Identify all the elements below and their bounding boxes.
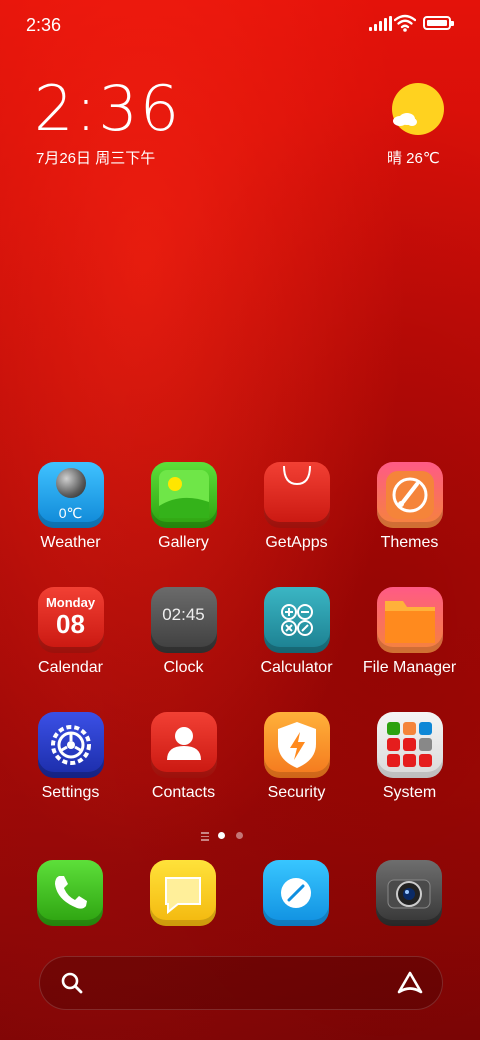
settings-icon: [37, 712, 104, 778]
security-icon: [263, 712, 330, 778]
clock-widget-date[interactable]: 7月26日 周三下午: [36, 147, 155, 168]
app-label: Gallery: [158, 534, 209, 551]
calculator-icon: [263, 587, 330, 653]
file-manager-icon: [376, 587, 443, 653]
battery-icon: [423, 16, 454, 30]
app-label: GetApps: [265, 534, 328, 551]
status-bar: 2:36: [0, 0, 480, 50]
status-time: 2:36: [26, 15, 62, 35]
calendar-icon-date: 08: [56, 609, 85, 639]
system-folder-icon: [376, 712, 443, 778]
weather-widget-text[interactable]: 晴 26℃: [387, 147, 440, 168]
app-themes[interactable]: Themes: [353, 462, 466, 552]
dock-phone[interactable]: [37, 860, 103, 926]
menu-lines-icon: [201, 832, 209, 843]
gallery-icon: [150, 462, 217, 528]
app-system-folder[interactable]: System: [353, 712, 466, 802]
app-calendar[interactable]: Monday 08 Calendar: [14, 587, 127, 677]
dock-camera[interactable]: [376, 860, 442, 926]
app-label: Weather: [40, 534, 101, 551]
app-label: Themes: [380, 534, 439, 551]
assistant-icon[interactable]: [396, 970, 424, 996]
app-getapps[interactable]: GetApps: [240, 462, 353, 552]
camera-icon: [376, 860, 442, 926]
search-bar[interactable]: [39, 956, 443, 1010]
calendar-icon: Monday 08: [37, 587, 104, 653]
app-label: Clock: [163, 659, 204, 676]
browser-icon: [263, 860, 329, 926]
app-clock[interactable]: 02:45 Clock: [127, 587, 240, 677]
clock-widget-time[interactable]: 2:36: [34, 72, 181, 146]
app-security[interactable]: Security: [240, 712, 353, 802]
clock-icon-time: 02:45: [162, 605, 205, 624]
app-label: File Manager: [362, 659, 457, 676]
app-file-manager[interactable]: File Manager: [353, 587, 466, 677]
search-icon[interactable]: [61, 972, 83, 994]
app-label: Calculator: [260, 659, 333, 676]
wifi-icon: [394, 14, 416, 32]
signal-icon: [369, 16, 392, 31]
calendar-icon-day: Monday: [45, 595, 96, 610]
page-dot-active: [218, 832, 225, 839]
page-dot: [236, 832, 243, 839]
weather-icon: 0℃: [37, 462, 104, 528]
app-weather[interactable]: 0℃ Weather: [14, 462, 127, 552]
phone-icon: [37, 860, 103, 926]
app-contacts[interactable]: Contacts: [127, 712, 240, 802]
dock-messages[interactable]: [150, 860, 216, 926]
app-gallery[interactable]: Gallery: [127, 462, 240, 552]
clock-icon: 02:45: [150, 587, 217, 653]
app-label: System: [382, 784, 437, 801]
page-indicator[interactable]: [199, 830, 249, 842]
sunny-cloud-icon[interactable]: [392, 83, 444, 135]
cloud-icon: [393, 113, 417, 126]
app-label: Settings: [41, 784, 100, 801]
contacts-icon: [150, 712, 217, 778]
app-label: Security: [267, 784, 326, 801]
themes-icon: [376, 462, 443, 528]
app-settings[interactable]: Settings: [14, 712, 127, 802]
dock-browser[interactable]: [263, 860, 329, 926]
messages-icon: [150, 860, 216, 926]
app-label: Calendar: [38, 659, 103, 676]
app-label: Contacts: [151, 784, 216, 801]
getapps-icon: [263, 462, 330, 528]
weather-icon-temp: 0℃: [58, 505, 83, 521]
app-calculator[interactable]: Calculator: [240, 587, 353, 677]
